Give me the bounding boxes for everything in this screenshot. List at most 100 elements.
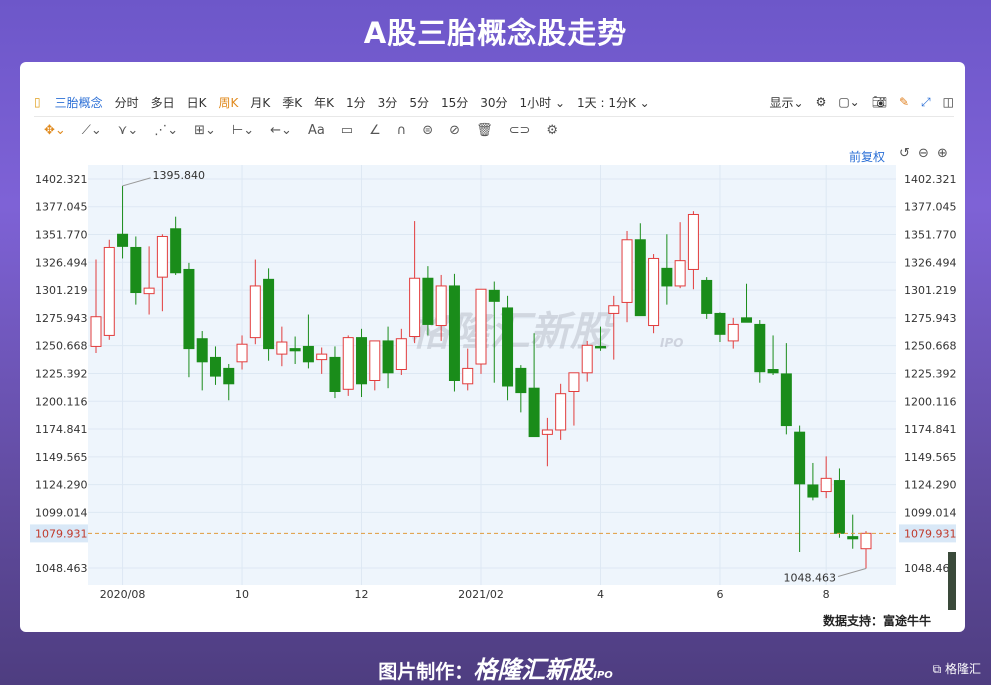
x-tick-label: 4	[597, 588, 604, 601]
candle-body	[369, 340, 381, 381]
candle-body	[687, 213, 699, 270]
candle-body	[90, 316, 102, 347]
candle-body	[316, 353, 328, 361]
corner-brand-text: 格隆汇	[944, 662, 981, 676]
low-annotation-label: 1048.463	[784, 572, 837, 585]
candle-body	[435, 285, 447, 327]
y-tick-label-left: 1250.668	[35, 340, 88, 353]
y-tick-label-left: 1225.392	[35, 367, 88, 380]
x-tick-label: 2021/02	[458, 588, 504, 601]
candle-body	[183, 268, 195, 350]
candle-body	[209, 356, 221, 377]
candle-body	[807, 484, 819, 498]
candle-body	[820, 477, 832, 493]
candle-body	[528, 387, 540, 438]
x-tick-label: 6	[716, 588, 723, 601]
candle-body	[648, 257, 660, 327]
y-tick-label-right: 1200.116	[904, 395, 957, 408]
credit-label: 图片制作：	[378, 661, 474, 683]
credit-brand: 格隆汇新股	[473, 656, 594, 684]
candle-body	[462, 367, 474, 385]
y-tick-label-left: 1275.943	[35, 312, 88, 325]
candle-body	[395, 338, 407, 371]
candle-body	[170, 228, 182, 274]
candle-body	[249, 285, 261, 339]
y-tick-label-left: 1326.494	[35, 256, 88, 269]
y-tick-label-right: 1402.321	[904, 173, 957, 186]
x-tick-label: 10	[235, 588, 249, 601]
x-tick-label: 12	[355, 588, 369, 601]
candle-body	[727, 323, 739, 342]
y-tick-label-left: 1402.321	[35, 173, 88, 186]
x-tick-label: 8	[823, 588, 830, 601]
y-tick-label-left: 1099.014	[35, 506, 88, 519]
x-tick-label: 2020/08	[100, 588, 146, 601]
corner-brand: ⧉ 格隆汇	[932, 662, 981, 676]
candle-body	[156, 235, 168, 278]
high-annotation-label: 1395.840	[153, 169, 206, 182]
y-tick-label-left: 1377.045	[35, 201, 88, 214]
candle-body	[382, 340, 394, 374]
volume-indicator	[948, 552, 956, 610]
candle-body	[794, 431, 806, 485]
candle-body	[502, 307, 514, 387]
y-tick-label-right: 1326.494	[904, 256, 957, 269]
candle-body	[701, 279, 713, 314]
candle-body	[276, 341, 288, 355]
candle-body	[833, 480, 845, 534]
candle-body	[621, 239, 633, 303]
candle-body	[767, 369, 779, 374]
candle-body	[356, 337, 368, 385]
candle-body	[568, 372, 580, 392]
y-tick-label-right: 1099.014	[904, 506, 957, 519]
watermark-ipo: IPO	[660, 336, 683, 350]
candle-body	[634, 239, 646, 317]
candle-body	[661, 267, 673, 287]
y-tick-label-right: 1250.668	[904, 340, 957, 353]
y-tick-label-left: 1149.565	[35, 451, 88, 464]
y-tick-label-right: 1377.045	[904, 201, 957, 214]
y-tick-label-right: 1124.290	[904, 479, 957, 492]
candle-body	[594, 345, 606, 349]
data-source: 数据支持：富途牛牛	[823, 614, 932, 628]
y-tick-label-right: 1275.943	[904, 312, 957, 325]
candle-body	[329, 356, 341, 392]
plot-background	[88, 165, 896, 585]
candle-body	[130, 246, 142, 294]
candle-body	[541, 429, 553, 435]
candle-body	[448, 285, 460, 381]
candle-body	[488, 289, 500, 302]
candle-body	[714, 312, 726, 335]
candle-body	[754, 323, 766, 373]
y-tick-label-right: 1149.565	[904, 451, 957, 464]
y-tick-label-left: 1200.116	[35, 395, 88, 408]
y-tick-label-left: 1174.841	[35, 423, 88, 436]
candle-body	[860, 532, 872, 550]
candle-body	[581, 344, 593, 374]
candle-body	[674, 260, 686, 287]
candle-body	[847, 536, 859, 540]
candle-body	[103, 246, 115, 336]
candle-body	[555, 393, 567, 431]
y-tick-label-right: 1301.219	[904, 284, 957, 297]
y-tick-label-left: 1124.290	[35, 479, 88, 492]
credit-ipo: IPO	[593, 670, 613, 681]
y-tick-label-left: 1048.463	[35, 562, 88, 575]
candle-body	[117, 233, 129, 247]
candle-body	[196, 338, 208, 363]
candle-body	[236, 343, 248, 363]
y-tick-label-right: 1174.841	[904, 423, 957, 436]
candle-body	[263, 278, 275, 350]
candle-body	[515, 367, 527, 394]
y-tick-label-right: 1351.770	[904, 229, 957, 242]
y-tick-label-left: 1301.219	[35, 284, 88, 297]
candle-body	[302, 345, 314, 363]
candle-body	[342, 337, 354, 390]
candle-body	[741, 317, 753, 323]
y-tick-label-right: 1225.392	[904, 367, 957, 380]
current-price-label-right: 1079.931	[904, 527, 957, 540]
candlestick-chart[interactable]: 格隆汇新股 IPO 1402.321 1402.321 1377.045 1377.0…	[0, 0, 991, 685]
candle-body	[409, 277, 421, 338]
candle-body	[608, 305, 620, 314]
y-tick-label-left: 1351.770	[35, 229, 88, 242]
